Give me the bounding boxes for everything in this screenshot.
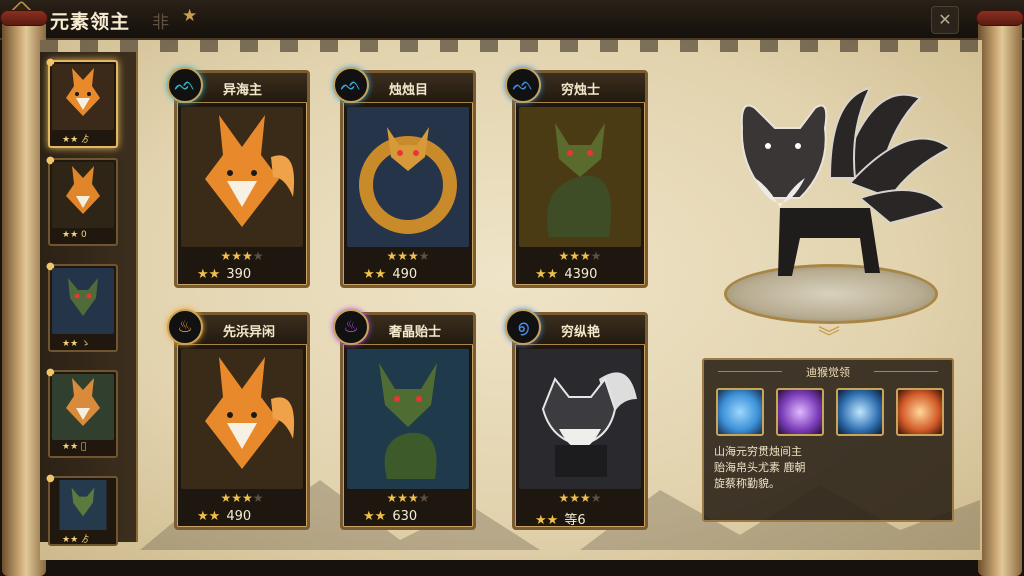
scroll-rod-right — [976, 10, 1024, 576]
creature-art — [519, 107, 641, 247]
creature-art — [181, 349, 303, 489]
card-power: ★★ 630 — [363, 509, 418, 524]
card-power: ★★ 490 — [363, 267, 418, 282]
dragon-portrait — [59, 480, 107, 530]
card-power: ★★ 4390 — [535, 267, 598, 282]
card-header: ♨ 先浜异闲 — [167, 309, 307, 345]
flame-icon: ♨ — [167, 309, 203, 345]
star-icon: ★ — [182, 6, 198, 26]
card-power: ★★ 490 — [197, 509, 252, 524]
arcane-flame-icon: ♨ — [333, 309, 369, 345]
roster-item[interactable]: ● ★★ ゟ — [46, 473, 118, 546]
creature-card[interactable]: ♨ 奢晶贻士 ★★★★ ★★ 630 — [333, 309, 476, 530]
page-title: 元素领主 — [50, 11, 131, 33]
skill-panel-title: 迪猴觉领 — [704, 364, 952, 380]
roster-item[interactable]: ● ★★ ゙ — [46, 367, 118, 458]
wind-swirl-icon: ൭ — [505, 309, 541, 345]
close-button[interactable]: ✕ — [931, 6, 959, 34]
card-header: ൭ 穷纵艳 — [505, 309, 645, 345]
creature-card[interactable]: ൭ 穷纵艳 ★★★★ ★★ 等6 — [505, 309, 648, 530]
star-rating: ★★★★ — [558, 491, 602, 505]
card-power: ★★ 等6 — [535, 513, 586, 528]
card-name: 先浜异闲 — [223, 325, 276, 340]
creature-preview: ︾ — [700, 58, 964, 351]
star-rating: ★★★★ — [220, 491, 264, 505]
creature-card[interactable]: ᨒ 穷烛士 ★★★★ ★★ 4390 — [505, 67, 648, 288]
roster-item[interactable]: ● ★★ 0 — [46, 155, 118, 246]
card-name: 穷纵艳 — [561, 325, 601, 340]
star-rating: ★★★★ — [558, 249, 602, 263]
skill-description: 山海元穷贯烛间主 贻海帛头尤素 鹿朝 旋蔡称勤貌。 — [714, 444, 946, 492]
fire-burst-skill-icon[interactable] — [896, 388, 944, 436]
fox-portrait — [52, 64, 114, 130]
card-name: 奢晶贻士 — [389, 325, 442, 340]
water-drop-icon: ᨒ — [505, 67, 541, 103]
fox-portrait — [52, 374, 114, 440]
star-rating: ★★★★ — [386, 491, 430, 505]
blue-beast-skill-icon[interactable] — [836, 388, 884, 436]
creature-card[interactable]: ᨒ 异海主 ★★★★ ★★ 390 — [167, 67, 310, 288]
ice-claw-skill-icon[interactable] — [716, 388, 764, 436]
card-header: ᨒ 异海主 — [167, 67, 307, 103]
card-name: 烛烛目 — [389, 83, 429, 98]
creature-art — [519, 349, 641, 489]
water-drop-icon: ᨒ — [333, 67, 369, 103]
creature-card[interactable]: ᨒ 烛烛目 ★★★★ ★★ 490 — [333, 67, 476, 288]
roster-rank: ★★ ゝ — [62, 339, 90, 349]
card-header: ᨒ 烛烛目 — [333, 67, 473, 103]
title-glyph: 非 — [152, 13, 169, 33]
roster-rank: ★★ ゟ — [62, 535, 90, 545]
star-rating: ★★★★ — [386, 249, 430, 263]
card-header: ♨ 奢晶贻士 — [333, 309, 473, 345]
chevron-down-icon: ︾ — [818, 326, 841, 351]
roster-rank: ★★ ゟ — [62, 135, 90, 145]
card-name: 异海主 — [223, 83, 263, 98]
skill-panel: 迪猴觉领 山海元穷贯烛间主 贻海帛头尤素 鹿朝 旋蔡称勤貌。 — [702, 358, 954, 522]
creature-card[interactable]: ♨ 先浜异闲 ★★★★ ★★ 490 — [167, 309, 310, 530]
creature-art — [347, 107, 469, 247]
rod-cap — [0, 10, 48, 26]
card-header: ᨒ 穷烛士 — [505, 67, 645, 103]
rod-cap — [976, 10, 1024, 26]
roster-item[interactable]: ● ★★ ゟ — [46, 57, 118, 148]
skill-description-line: 贻海帛头尤素 鹿朝 — [714, 461, 806, 474]
creature-art — [347, 349, 469, 489]
water-drop-icon: ᨒ — [167, 67, 203, 103]
creature-art — [181, 107, 303, 247]
nine-tailed-wolf-model — [740, 86, 950, 276]
skill-description-line: 山海元穷贯烛间主 — [714, 445, 802, 458]
x-icon[interactable]: ✕ — [938, 10, 951, 29]
roster-sidebar[interactable]: ● ★★ ゟ ● ★★ 0 ● ★★ ゝ ● ★★ ゙ ● ★★ ゟ — [40, 52, 138, 546]
shadow-strike-skill-icon[interactable] — [776, 388, 824, 436]
roster-item[interactable]: ● ★★ ゝ — [46, 261, 118, 352]
roster-rank: ★★ ゙ — [62, 442, 87, 452]
top-bar: ‹ 元素领主 非 ★ ✕ — [0, 0, 1024, 40]
roster-rank: ★★ 0 — [62, 230, 87, 240]
star-rating: ★★★★ — [220, 249, 264, 263]
dragon-portrait — [52, 268, 114, 334]
fox-portrait — [52, 162, 114, 228]
card-power: ★★ 390 — [197, 267, 252, 282]
skill-description-line: 旋蔡称勤貌。 — [714, 477, 780, 490]
card-name: 穷烛士 — [561, 83, 601, 98]
